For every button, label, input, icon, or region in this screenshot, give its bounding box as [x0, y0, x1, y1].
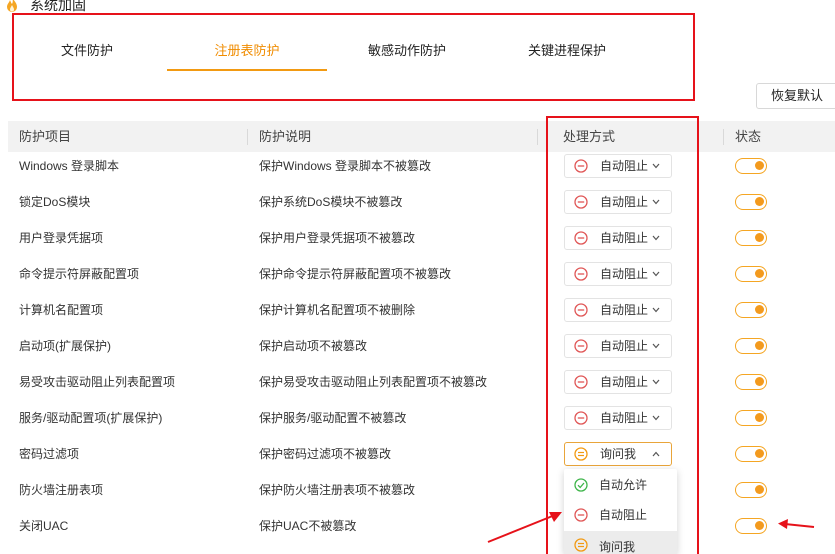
row-name: 用户登录凭据项 [19, 231, 104, 245]
row-desc: 保护启动项不被篡改 [259, 339, 368, 353]
table-row: 计算机名配置项 保护计算机名配置项不被删除 自动阻止 [0, 292, 835, 328]
annotation-box-action-column [546, 116, 699, 554]
status-toggle[interactable] [735, 446, 767, 462]
table-row: 防火墙注册表项 保护防火墙注册表项不被篡改 [0, 472, 835, 508]
row-name: 计算机名配置项 [19, 303, 104, 317]
row-name: 锁定DoS模块 [19, 195, 91, 209]
row-name: 易受攻击驱动阻止列表配置项 [19, 375, 176, 389]
table-row: 启动项(扩展保护) 保护启动项不被篡改 自动阻止 [0, 328, 835, 364]
status-toggle[interactable] [735, 158, 767, 174]
row-desc: 保护命令提示符屏蔽配置项不被篡改 [259, 267, 452, 281]
row-name: 启动项(扩展保护) [19, 339, 111, 353]
row-name: 命令提示符屏蔽配置项 [19, 267, 140, 281]
status-toggle[interactable] [735, 230, 767, 246]
row-name: 关闭UAC [19, 519, 69, 533]
row-desc: 保护计算机名配置项不被删除 [259, 303, 416, 317]
status-toggle[interactable] [735, 482, 767, 498]
annotation-arrow-icon [487, 512, 562, 543]
app-title: 系统加固 [30, 0, 86, 13]
row-name: 服务/驱动配置项(扩展保护) [19, 411, 163, 425]
row-name: 防火墙注册表项 [19, 483, 104, 497]
table-row: Windows 登录脚本 保护Windows 登录脚本不被篡改 自动阻止 [0, 148, 835, 184]
header-separator [247, 129, 248, 145]
table-row: 用户登录凭据项 保护用户登录凭据项不被篡改 自动阻止 [0, 220, 835, 256]
table-row: 服务/驱动配置项(扩展保护) 保护服务/驱动配置不被篡改 自动阻止 [0, 400, 835, 436]
status-toggle[interactable] [735, 194, 767, 210]
status-toggle[interactable] [735, 338, 767, 354]
row-name: 密码过滤项 [19, 447, 80, 461]
status-toggle[interactable] [735, 266, 767, 282]
row-desc: 保护UAC不被篡改 [259, 519, 357, 533]
toggle-knob [755, 233, 764, 242]
row-desc: 保护密码过滤项不被篡改 [259, 447, 392, 461]
toggle-knob [755, 377, 764, 386]
table-row: 锁定DoS模块 保护系统DoS模块不被篡改 自动阻止 [0, 184, 835, 220]
status-toggle[interactable] [735, 410, 767, 426]
table-row: 密码过滤项 保护密码过滤项不被篡改 询问我 [0, 436, 835, 472]
annotation-arrow-icon [778, 519, 815, 529]
toggle-knob [755, 305, 764, 314]
header-separator [723, 129, 724, 145]
toggle-knob [755, 161, 764, 170]
toggle-knob [755, 269, 764, 278]
row-desc: 保护Windows 登录脚本不被篡改 [259, 159, 432, 173]
status-toggle[interactable] [735, 518, 767, 534]
flame-icon [7, 0, 17, 12]
row-desc: 保护系统DoS模块不被篡改 [259, 195, 403, 209]
header-separator [537, 129, 538, 145]
annotation-box-tabs [12, 13, 695, 101]
status-toggle[interactable] [735, 374, 767, 390]
row-desc: 保护用户登录凭据项不被篡改 [259, 231, 416, 245]
table-row: 命令提示符屏蔽配置项 保护命令提示符屏蔽配置项不被篡改 自动阻止 [0, 256, 835, 292]
table-row: 易受攻击驱动阻止列表配置项 保护易受攻击驱动阻止列表配置项不被篡改 自动阻止 [0, 364, 835, 400]
toggle-knob [755, 485, 764, 494]
row-desc: 保护服务/驱动配置不被篡改 [259, 411, 407, 425]
toggle-knob [755, 449, 764, 458]
row-desc: 保护易受攻击驱动阻止列表配置项不被篡改 [259, 375, 488, 389]
row-name: Windows 登录脚本 [19, 159, 120, 173]
toggle-knob [755, 521, 764, 530]
status-toggle[interactable] [735, 302, 767, 318]
toggle-knob [755, 197, 764, 206]
table-row: 关闭UAC 保护UAC不被篡改 [0, 508, 835, 544]
toggle-knob [755, 341, 764, 350]
toggle-knob [755, 413, 764, 422]
row-desc: 保护防火墙注册表项不被篡改 [259, 483, 416, 497]
restore-default-button[interactable]: 恢复默认 [756, 83, 835, 109]
